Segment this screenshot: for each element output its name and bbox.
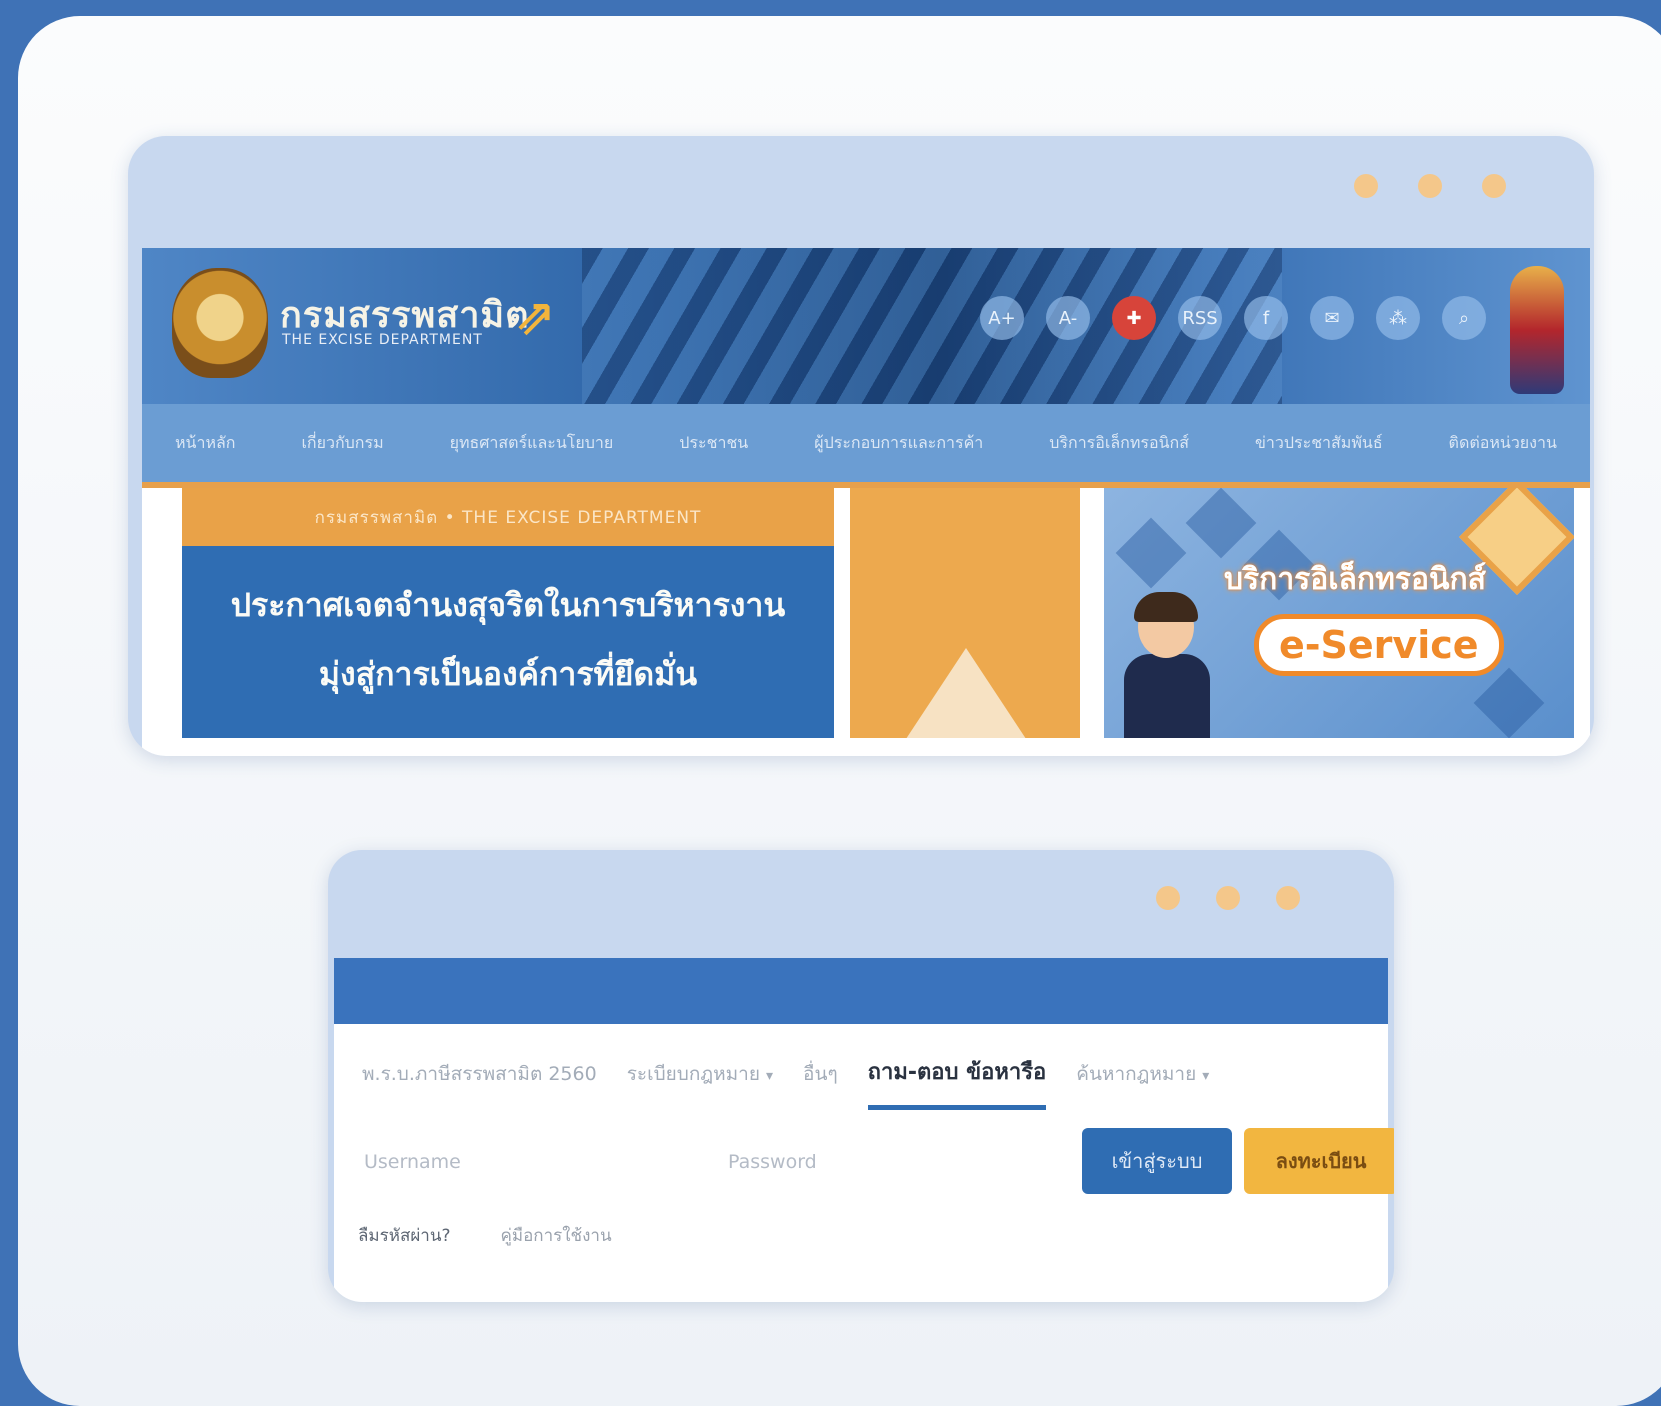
eservice-banner[interactable]: บริการอิเล็กทรอนิกส์ e-Service (1104, 488, 1574, 738)
tab-label: อื่นๆ (803, 1063, 838, 1085)
banner-headline: ประกาศเจตจำนงสุจริตในการบริหารงาน (230, 586, 786, 624)
tab-label: ระเบียบกฎหมาย (626, 1063, 760, 1085)
window-dots (1156, 886, 1300, 910)
user-manual-link[interactable]: คู่มือการใช้งาน (501, 1222, 612, 1249)
sitemap-icon[interactable]: ⁂ (1376, 296, 1420, 340)
username-input[interactable] (362, 1134, 686, 1190)
decor-diamond (1115, 517, 1187, 589)
eservice-title: บริการอิเล็กทรอนิกส์ (1224, 562, 1486, 597)
password-input[interactable] (726, 1134, 1030, 1190)
eservice-subtitle: e-Service (1254, 614, 1504, 676)
law-tabs: พ.ร.บ.ภาษีสรรพสามิต 2560 ระเบียบกฎหมาย ▾… (362, 1054, 1209, 1110)
login-links: ลืมรหัสผ่าน? คู่มือการใช้งาน (358, 1222, 612, 1249)
login-header-bar (334, 958, 1388, 1024)
tab-qa-rulings[interactable]: ถาม-ตอบ ข้อหารือ (867, 1054, 1047, 1110)
frame-card: กรมสรรพสามิต THE EXCISE DEPARTMENT ⇗ A+ … (18, 16, 1661, 1406)
logo-arrow-icon: ⇗ (514, 288, 556, 346)
facebook-icon[interactable]: f (1244, 296, 1288, 340)
nav-item-news[interactable]: ข่าวประชาสัมพันธ์ (1255, 431, 1383, 456)
rss-icon[interactable]: RSS (1178, 296, 1222, 340)
login-button[interactable]: เข้าสู่ระบบ (1082, 1128, 1232, 1194)
window-dot (1276, 886, 1300, 910)
main-nav: หน้าหลัก เกี่ยวกับกรม ยุทธศาสตร์และนโยบา… (142, 404, 1590, 488)
banner-subheadline: มุ่งสู่การเป็นองค์การที่ยึดมั่น (318, 655, 698, 693)
window-dot (1216, 886, 1240, 910)
nav-item-strategy[interactable]: ยุทธศาสตร์และนโยบาย (450, 431, 614, 456)
font-size-increase-icon[interactable]: A+ (980, 296, 1024, 340)
font-size-decrease-icon[interactable]: A- (1046, 296, 1090, 340)
tab-label: พ.ร.บ.ภาษีสรรพสามิต 2560 (362, 1063, 597, 1085)
login-preview-window: พ.ร.บ.ภาษีสรรพสามิต 2560 ระเบียบกฎหมาย ▾… (328, 850, 1394, 1302)
tab-label: ถาม-ตอบ ข้อหารือ (867, 1060, 1047, 1085)
royal-emblem-icon (1510, 266, 1564, 394)
website-preview-window: กรมสรรพสามิต THE EXCISE DEPARTMENT ⇗ A+ … (128, 136, 1594, 756)
nav-item-eservices[interactable]: บริการอิเล็กทรอนิกส์ (1049, 431, 1189, 456)
header-icon-bar: A+ A- ✚ RSS f ✉ ⁂ ⌕ (980, 296, 1486, 340)
tab-law-search[interactable]: ค้นหากฎหมาย ▾ (1076, 1059, 1209, 1105)
mail-icon[interactable]: ✉ (1310, 296, 1354, 340)
tab-excise-act[interactable]: พ.ร.บ.ภาษีสรรพสามิต 2560 (362, 1059, 597, 1105)
officer-illustration (1124, 592, 1210, 738)
chevron-down-icon: ▾ (766, 1068, 774, 1084)
excise-emblem-icon[interactable] (172, 268, 268, 378)
decor-diamond (1185, 488, 1257, 559)
window-dot (1482, 174, 1506, 198)
integrity-banner[interactable]: กรมสรรพสามิต • THE EXCISE DEPARTMENT ประ… (182, 488, 834, 738)
window-dot (1418, 174, 1442, 198)
register-button[interactable]: ลงทะเบียน (1244, 1128, 1394, 1194)
site-content: กรมสรรพสามิต • THE EXCISE DEPARTMENT ประ… (142, 488, 1590, 756)
logo-english-name[interactable]: THE EXCISE DEPARTMENT (282, 332, 483, 348)
tab-regulations[interactable]: ระเบียบกฎหมาย ▾ (627, 1059, 773, 1105)
window-dot (1156, 886, 1180, 910)
nav-item-about[interactable]: เกี่ยวกับกรม (301, 431, 383, 456)
uk-flag-icon[interactable]: ✚ (1112, 296, 1156, 340)
window-dot (1354, 174, 1378, 198)
banner-strip: กรมสรรพสามิต • THE EXCISE DEPARTMENT (182, 488, 834, 546)
tile-triangle-graphic (900, 648, 1032, 738)
window-dots (1354, 174, 1506, 198)
nav-item-home[interactable]: หน้าหลัก (175, 431, 236, 456)
nav-item-contact[interactable]: ติดต่อหน่วยงาน (1449, 431, 1557, 456)
login-panel: พ.ร.บ.ภาษีสรรพสามิต 2560 ระเบียบกฎหมาย ▾… (334, 1024, 1394, 1302)
promo-tile[interactable] (850, 488, 1080, 738)
decor-diamond (1473, 667, 1545, 738)
forgot-password-link[interactable]: ลืมรหัสผ่าน? (358, 1222, 451, 1249)
chevron-down-icon: ▾ (1202, 1068, 1210, 1084)
nav-item-business[interactable]: ผู้ประกอบการและการค้า (814, 431, 983, 456)
login-form: เข้าสู่ระบบ ลงทะเบียน (362, 1128, 1394, 1194)
tab-others[interactable]: อื่นๆ (803, 1059, 838, 1105)
tab-label: ค้นหากฎหมาย (1076, 1063, 1197, 1085)
search-icon[interactable]: ⌕ (1442, 296, 1486, 340)
nav-item-public[interactable]: ประชาชน (679, 431, 748, 456)
site-header: กรมสรรพสามิต THE EXCISE DEPARTMENT ⇗ A+ … (142, 248, 1590, 404)
